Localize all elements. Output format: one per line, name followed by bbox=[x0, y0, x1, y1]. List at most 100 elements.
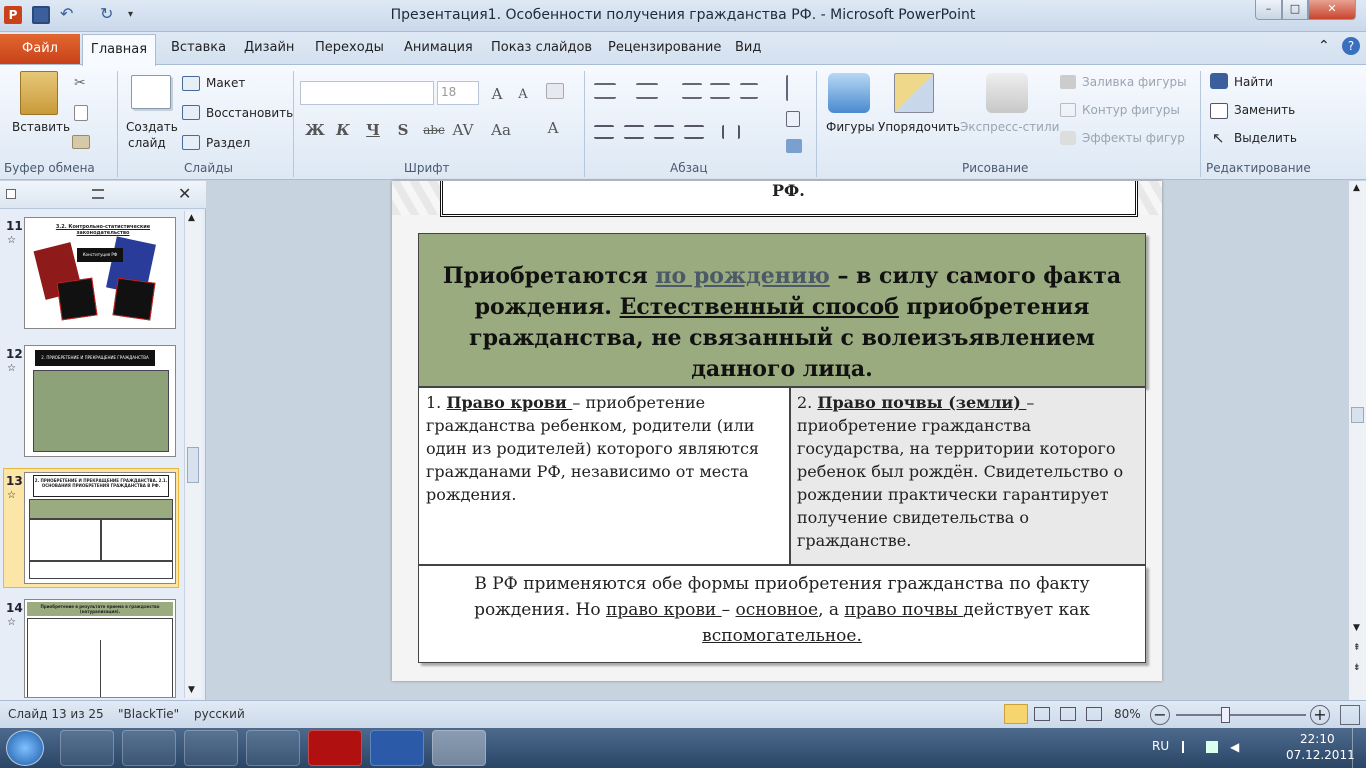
align-center-icon[interactable] bbox=[624, 125, 644, 139]
shape-fill-icon[interactable] bbox=[1060, 75, 1076, 89]
cut-icon[interactable]: ✂ bbox=[74, 75, 90, 91]
numbering-icon[interactable] bbox=[636, 83, 658, 99]
clock-time[interactable]: 22:10 bbox=[1300, 732, 1335, 746]
shadow-button[interactable]: S bbox=[392, 121, 414, 139]
scroll-thumb[interactable] bbox=[1351, 407, 1364, 423]
slideshow-icon[interactable] bbox=[1086, 707, 1102, 721]
increase-indent-icon[interactable] bbox=[710, 83, 730, 99]
ribbon-minimize-icon[interactable]: ⌃ bbox=[1318, 38, 1330, 54]
shape-effects-button[interactable]: Эффекты фигур bbox=[1082, 131, 1185, 145]
shrink-font-icon[interactable]: A bbox=[512, 87, 534, 102]
justify-icon[interactable] bbox=[684, 125, 704, 139]
previous-slide-icon[interactable]: ⇞ bbox=[1353, 643, 1361, 653]
close-button[interactable]: ✕ bbox=[1308, 0, 1356, 20]
replace-icon[interactable] bbox=[1210, 103, 1228, 119]
format-painter-icon[interactable] bbox=[72, 135, 90, 149]
editor-scrollbar[interactable]: ▲ ▼ ⇞ ⇟ bbox=[1348, 181, 1366, 700]
qat-customize-icon[interactable]: ▾ bbox=[128, 6, 146, 24]
replace-button[interactable]: Заменить bbox=[1234, 103, 1295, 117]
quick-styles-button[interactable]: Экспресс-стили bbox=[960, 120, 1059, 134]
redo-icon[interactable]: ↻ bbox=[100, 6, 118, 24]
align-right-icon[interactable] bbox=[654, 125, 674, 139]
paste-button[interactable]: Вставить bbox=[12, 120, 70, 134]
taskbar-app-icon[interactable] bbox=[60, 730, 114, 766]
layout-icon[interactable] bbox=[182, 76, 200, 91]
shapes-button[interactable]: Фигуры bbox=[826, 120, 875, 134]
explorer-icon[interactable] bbox=[122, 730, 176, 766]
new-slide-button[interactable]: Создать bbox=[126, 120, 178, 134]
text-direction-icon[interactable] bbox=[786, 75, 800, 101]
zoom-slider-thumb[interactable] bbox=[1221, 707, 1230, 723]
tab-animations[interactable]: Анимация bbox=[404, 40, 473, 55]
close-pane-icon[interactable]: ✕ bbox=[178, 184, 191, 203]
clear-formatting-icon[interactable] bbox=[546, 83, 564, 99]
columns-icon[interactable] bbox=[722, 125, 740, 139]
section-icon[interactable] bbox=[182, 135, 200, 150]
save-icon[interactable] bbox=[32, 6, 50, 24]
underline-button[interactable]: Ч bbox=[362, 121, 384, 139]
grow-font-icon[interactable]: A bbox=[486, 85, 508, 103]
change-case-icon[interactable]: Aa bbox=[490, 121, 512, 139]
header-link-by-birth[interactable]: по рождению bbox=[655, 263, 829, 289]
thumbnail-slide-14[interactable]: Приобретение в результате приема в гражд… bbox=[24, 599, 176, 698]
volume-icon[interactable]: ◀ bbox=[1230, 741, 1242, 753]
tab-view[interactable]: Вид bbox=[735, 40, 761, 55]
tab-file[interactable]: Файл bbox=[0, 34, 80, 64]
bold-button[interactable]: Ж bbox=[304, 121, 326, 139]
scroll-down-icon[interactable]: ▼ bbox=[188, 685, 195, 695]
slides-pane-scrollbar[interactable]: ▲ ▼ bbox=[184, 211, 202, 698]
font-size-combo[interactable]: 18 bbox=[437, 81, 479, 105]
new-slide-button-line2[interactable]: слайд bbox=[128, 136, 166, 150]
strikethrough-button[interactable]: abc bbox=[420, 123, 448, 137]
thumbnail-slide-11[interactable]: 3.2. Контрольно-статистические законодат… bbox=[24, 217, 176, 329]
arrange-icon[interactable] bbox=[894, 73, 934, 113]
tab-design[interactable]: Дизайн bbox=[244, 40, 294, 55]
scroll-thumb[interactable] bbox=[187, 447, 199, 483]
normal-view-icon[interactable] bbox=[1004, 704, 1028, 724]
slides-tab-icon[interactable] bbox=[6, 189, 16, 199]
select-icon[interactable]: ↖ bbox=[1212, 129, 1225, 147]
new-slide-icon[interactable] bbox=[131, 75, 171, 109]
undo-icon[interactable]: ↶ bbox=[60, 6, 78, 24]
scroll-up-icon[interactable]: ▲ bbox=[1353, 183, 1360, 193]
copy-icon[interactable] bbox=[74, 105, 88, 121]
tab-home[interactable]: Главная bbox=[82, 34, 156, 66]
fit-to-window-icon[interactable] bbox=[1340, 705, 1360, 725]
smartart-icon[interactable] bbox=[786, 139, 802, 153]
network-icon[interactable] bbox=[1206, 741, 1218, 753]
character-spacing-icon[interactable]: AV bbox=[452, 121, 474, 139]
word-icon[interactable] bbox=[370, 730, 424, 766]
reset-button[interactable]: Восстановить bbox=[206, 106, 293, 120]
shape-outline-icon[interactable] bbox=[1060, 103, 1076, 117]
reading-view-icon[interactable] bbox=[1060, 707, 1076, 721]
find-button[interactable]: Найти bbox=[1234, 75, 1273, 89]
scroll-down-icon[interactable]: ▼ bbox=[1353, 623, 1360, 633]
outline-tab-icon[interactable] bbox=[92, 189, 104, 199]
align-left-icon[interactable] bbox=[594, 125, 614, 139]
tab-review[interactable]: Рецензирование bbox=[608, 40, 721, 55]
zoom-in-icon[interactable]: + bbox=[1310, 705, 1330, 725]
slide-sorter-icon[interactable] bbox=[1034, 707, 1050, 721]
tab-slideshow[interactable]: Показ слайдов bbox=[491, 40, 592, 55]
paste-icon[interactable] bbox=[20, 71, 58, 115]
select-button[interactable]: Выделить bbox=[1234, 131, 1297, 145]
shape-effects-icon[interactable] bbox=[1060, 131, 1076, 145]
bullets-icon[interactable] bbox=[594, 83, 616, 99]
thumbnail-slide-13[interactable]: 2. ПРИОБРЕТЕНИЕ И ПРЕКРАЩЕНИЕ ГРАЖДАНСТВ… bbox=[24, 472, 176, 584]
input-language[interactable]: RU bbox=[1152, 739, 1169, 753]
zoom-slider[interactable] bbox=[1176, 714, 1306, 716]
start-button-icon[interactable] bbox=[6, 730, 44, 766]
italic-button[interactable]: К bbox=[332, 121, 354, 139]
find-icon[interactable] bbox=[1210, 73, 1228, 89]
line-spacing-icon[interactable] bbox=[740, 83, 758, 99]
theme-name[interactable]: "BlackTie" bbox=[118, 707, 179, 721]
font-color-icon[interactable]: A bbox=[542, 119, 564, 137]
language[interactable]: русский bbox=[194, 707, 245, 721]
shape-fill-button[interactable]: Заливка фигуры bbox=[1082, 75, 1187, 89]
zoom-out-icon[interactable]: − bbox=[1150, 705, 1170, 725]
reset-icon[interactable] bbox=[182, 105, 200, 120]
media-player-icon[interactable] bbox=[184, 730, 238, 766]
flag-icon[interactable] bbox=[1182, 741, 1194, 753]
zoom-level[interactable]: 80% bbox=[1114, 707, 1141, 721]
maximize-button[interactable]: □ bbox=[1282, 0, 1308, 20]
